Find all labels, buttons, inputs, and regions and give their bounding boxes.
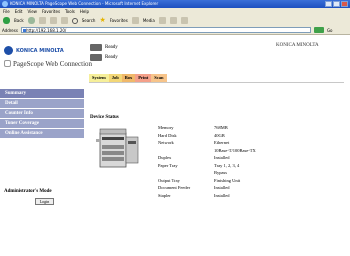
refresh-icon[interactable] [49, 17, 57, 24]
spec-label: Output Tray [158, 177, 180, 183]
spec-label: Paper Tray [158, 162, 178, 168]
menu-favorites[interactable]: Favorites [42, 8, 60, 15]
app-name: PageScope Web Connection [13, 60, 93, 68]
login-button[interactable]: Login [35, 198, 54, 205]
section-title: Device Status [90, 115, 119, 120]
favorites-star-icon[interactable]: ★ [99, 17, 105, 24]
spec-row: Document Feeder Installed [158, 184, 266, 192]
media-label[interactable]: Media [143, 18, 155, 23]
tab-print[interactable]: Print [135, 74, 152, 82]
window-controls [325, 1, 348, 7]
spec-label: Network [158, 140, 174, 145]
spec-value: Ethernet 10Base-T/100Base-TX [214, 140, 256, 153]
scanner-status: Ready [90, 54, 118, 61]
printer-device-image [96, 128, 139, 168]
back-label[interactable]: Back [14, 18, 24, 23]
ie-logo-icon [2, 1, 8, 7]
spec-row: Output Tray Finishing Unit [158, 177, 266, 185]
spec-value: 768MB [214, 125, 228, 130]
sidebar-item-detail[interactable]: Detail [0, 99, 84, 109]
tab-system[interactable]: System [89, 74, 109, 82]
window-title: KONICA MINOLTA PageScope Web Connection … [10, 1, 159, 6]
pagescope-icon [4, 60, 11, 67]
close-button[interactable] [341, 1, 348, 7]
tab-job[interactable]: Job [108, 74, 122, 82]
menu-help[interactable]: Help [80, 8, 89, 15]
window-titlebar: KONICA MINOLTA PageScope Web Connection … [0, 0, 350, 8]
maximize-button[interactable] [333, 1, 340, 7]
go-button[interactable]: Go [327, 28, 333, 33]
back-arrow-icon[interactable] [3, 17, 10, 24]
tab-divider [89, 82, 344, 83]
spec-row: Paper Tray Tray 1, 2, 3, 4 Bypass [158, 162, 266, 177]
spec-value: Finishing Unit [214, 177, 241, 183]
browser-toolbar: Back Search ★ Favorites Media [0, 15, 350, 26]
brand-globe-icon [4, 46, 13, 55]
tab-scan[interactable]: Scan [151, 74, 167, 82]
forward-arrow-icon[interactable] [27, 17, 35, 24]
printer-status: Ready [90, 44, 118, 51]
spec-row: Hard Disk 40GB [158, 132, 266, 140]
url-input[interactable]: http://192.168.1.20/ [20, 27, 311, 33]
spec-value: Installed [214, 192, 230, 198]
spec-row: Stapler Installed [158, 192, 266, 200]
spec-label: Hard Disk [158, 132, 177, 138]
minimize-button[interactable] [325, 1, 332, 7]
spec-value: Installed [214, 185, 230, 190]
menu-tools[interactable]: Tools [65, 8, 75, 15]
spec-value: 40GB [214, 132, 225, 138]
spec-row: Network Ethernet 10Base-T/100Base-TX [158, 139, 266, 154]
go-arrow-icon[interactable] [313, 27, 324, 33]
print-icon[interactable] [180, 17, 188, 24]
printer-status-text: Ready [105, 45, 118, 50]
stop-icon[interactable] [38, 17, 46, 24]
main-tabs: System Job Box Print Scan [89, 74, 167, 82]
spec-label: Stapler [158, 192, 171, 198]
app-title: PageScope Web Connection [4, 60, 92, 68]
brand-logo: KONICA MINOLTA [4, 46, 64, 55]
brand-name: KONICA MINOLTA [16, 47, 64, 54]
address-bar: Address http://192.168.1.20/ Go [0, 26, 350, 35]
scanner-status-text: Ready [105, 55, 118, 60]
page-content: KONICA MINOLTA PageScope Web Connection … [0, 36, 350, 256]
sidebar-item-counter[interactable]: Counter Info [0, 109, 84, 119]
search-icon[interactable] [71, 17, 78, 24]
model-name: KONICA MINOLTA [276, 43, 319, 48]
spec-label: Memory [158, 125, 174, 130]
sidebar-item-toner[interactable]: Toner Coverage [0, 119, 84, 129]
address-label: Address [2, 27, 18, 33]
home-icon[interactable] [60, 17, 68, 24]
spec-label: Duplex [158, 155, 172, 160]
spec-value: Installed [214, 155, 230, 160]
scanner-status-icon [90, 54, 102, 61]
sidebar: Summary Detail Counter Info Toner Covera… [0, 89, 84, 139]
media-icon[interactable] [131, 17, 139, 24]
tab-box[interactable]: Box [121, 74, 136, 82]
printer-status-icon [90, 44, 102, 51]
spec-row: Memory 768MB [158, 124, 266, 132]
spec-row: Duplex Installed [158, 154, 266, 162]
favorites-label[interactable]: Favorites [110, 18, 128, 23]
mail-icon[interactable] [169, 17, 177, 24]
sidebar-item-online-assistance[interactable]: Online Assistance [0, 129, 84, 139]
device-specs: Memory 768MB Hard Disk 40GB Network Ethe… [158, 124, 266, 199]
menu-file[interactable]: File [3, 8, 10, 15]
sidebar-item-summary[interactable]: Summary [0, 89, 84, 99]
spec-label: Document Feeder [158, 185, 191, 190]
spec-value: Tray 1, 2, 3, 4 Bypass [214, 162, 240, 176]
search-label[interactable]: Search [82, 18, 96, 23]
menubar: File Edit View Favorites Tools Help [0, 8, 350, 15]
history-icon[interactable] [158, 17, 166, 24]
admin-mode-label: Administrator's Mode [4, 189, 52, 194]
menu-edit[interactable]: Edit [15, 8, 23, 15]
menu-view[interactable]: View [27, 8, 37, 15]
